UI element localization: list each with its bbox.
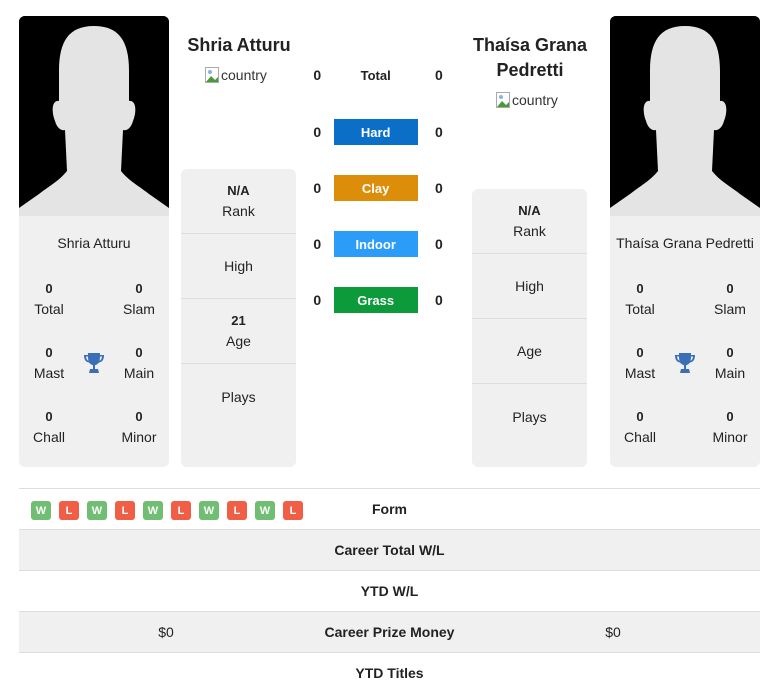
comparison-table: WLWLWLWLWL Form Career Total W/L YTD W/L…: [19, 488, 760, 693]
player-left-info: N/A Rank High 21 Age Plays: [181, 169, 296, 467]
titles-slam: 0 Slam: [123, 281, 155, 317]
player-right-avatar: [610, 16, 760, 216]
surface-indoor-badge: Indoor: [333, 231, 418, 257]
titles-total: 0 Total: [625, 281, 655, 317]
info-age: Age: [472, 319, 587, 384]
titles-minor: 0 Minor: [121, 409, 157, 445]
titles-slam: 0 Slam: [714, 281, 746, 317]
info-rank: N/A Rank: [472, 189, 587, 254]
titles-main: 0 Main: [123, 345, 155, 381]
table-row: YTD W/L: [19, 570, 760, 611]
titles-minor: 0 Minor: [712, 409, 748, 445]
surface-row-grass: 0 Grass 0: [300, 287, 460, 313]
avatar-silhouette-icon: [19, 16, 169, 216]
surface-clay-badge: Clay: [333, 175, 418, 201]
surface-row-total: 0 Total 0: [300, 62, 460, 88]
form-label: Form: [372, 501, 407, 517]
surface-row-indoor: 0 Indoor 0: [300, 231, 460, 257]
player-left-avatar: [19, 16, 169, 216]
broken-image-icon: [496, 92, 512, 108]
player-right-country: country: [496, 92, 558, 108]
info-rank: N/A Rank: [181, 169, 296, 234]
titles-chall: 0 Chall: [624, 409, 656, 445]
surface-row-clay: 0 Clay 0: [300, 175, 460, 201]
prize-money-right: $0: [605, 624, 621, 640]
broken-image-icon: [205, 67, 221, 83]
surface-row-hard: 0 Hard 0: [300, 119, 460, 145]
info-plays: Plays: [221, 388, 256, 405]
titles-total: 0 Total: [34, 281, 64, 317]
surface-total-label: Total: [360, 67, 391, 83]
player-right-card: Thaísa Grana Pedretti 0 Total 0 Slam 0 M…: [610, 16, 760, 467]
player-left-name[interactable]: Shria Atturu: [169, 33, 309, 58]
player-left-card: Shria Atturu 0 Total 0 Slam 0 Mast 0 Mai…: [19, 16, 169, 467]
info-plays: Plays: [512, 408, 547, 425]
info-age: 21 Age: [181, 299, 296, 364]
form-row: WLWLWLWLWL Form: [19, 488, 760, 529]
table-row: Career Total W/L: [19, 529, 760, 570]
surface-grass-badge: Grass: [333, 287, 418, 313]
trophy-icon: [675, 353, 695, 373]
player-right-info: N/A Rank High Age Plays: [472, 189, 587, 467]
player-left-card-name: Shria Atturu: [57, 235, 131, 251]
table-row: $0 Career Prize Money $0: [19, 611, 760, 652]
titles-mast: 0 Mast: [624, 345, 656, 381]
titles-mast: 0 Mast: [33, 345, 65, 381]
info-high: High: [181, 234, 296, 299]
player-right-card-name: Thaísa Grana Pedretti: [616, 235, 754, 251]
player-left-titles: 0 Total 0 Slam 0 Mast 0 Main 0 Chall 0 M…: [19, 279, 169, 467]
titles-chall: 0 Chall: [33, 409, 65, 445]
titles-main: 0 Main: [714, 345, 746, 381]
table-row: YTD Titles: [19, 652, 760, 693]
player-left-country: country: [205, 67, 267, 83]
avatar-silhouette-icon: [610, 16, 760, 216]
info-high: High: [472, 254, 587, 319]
trophy-icon: [84, 353, 104, 373]
player-right-name[interactable]: Thaísa Grana Pedretti: [460, 33, 600, 83]
player-right-titles: 0 Total 0 Slam 0 Mast 0 Main 0 Chall 0 M…: [610, 279, 760, 467]
surface-hard-badge: Hard: [333, 119, 418, 145]
